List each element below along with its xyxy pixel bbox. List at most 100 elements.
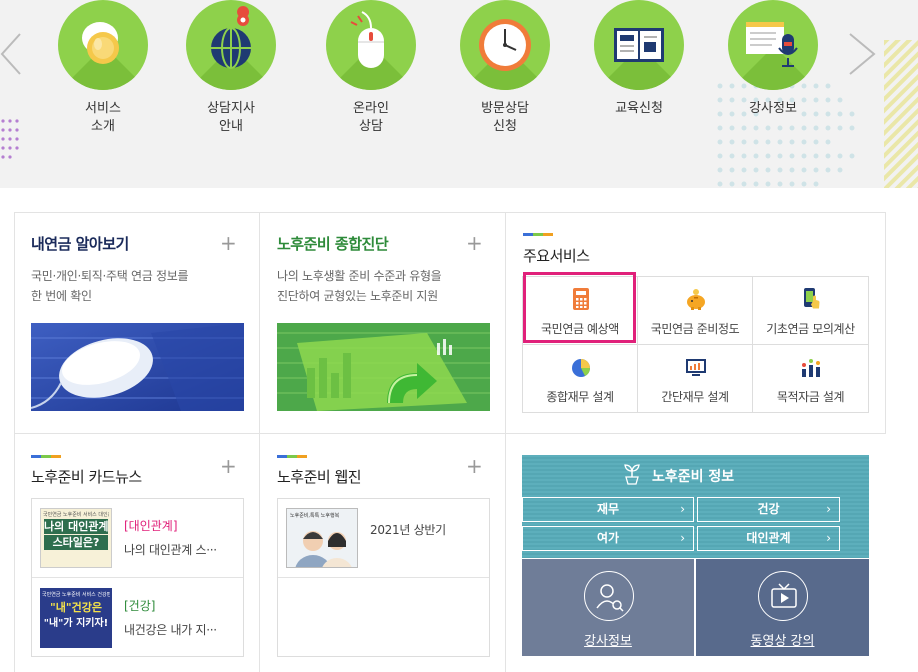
webzine-people-image	[295, 531, 352, 567]
microphone-board-icon	[728, 0, 818, 90]
pension-banner-image[interactable]	[31, 323, 244, 411]
webzine-list: 노후준비,톡톡 노후행복 2021년 상반기	[277, 498, 490, 657]
services-title: 주요서비스	[523, 247, 590, 265]
pension-desc-line1: 국민·개인·퇴직·주택 연금 정보를	[31, 269, 189, 283]
pie-chart-icon	[572, 359, 590, 377]
info-instructor-link[interactable]: 강사정보	[522, 559, 694, 656]
cardnews-text: 내건강은 내가 지···	[124, 623, 217, 637]
service-label: 간단재무 설계	[661, 390, 729, 404]
quick-menu-label-line2: 안내	[219, 119, 243, 134]
cardnews-accent-bar	[31, 455, 61, 458]
cardnews-tag: [건강]	[124, 599, 156, 613]
quick-menu-service-intro[interactable]: 서비스소개	[48, 0, 158, 136]
cardnews-tag: [대인관계]	[124, 519, 178, 533]
info-video-link[interactable]: 동영상 강의	[696, 559, 869, 656]
service-purpose-fund[interactable]: 목적자금 설계	[753, 345, 868, 413]
quick-menu-label: 교육신청	[615, 101, 663, 116]
service-simple-finance[interactable]: 간단재무 설계	[638, 345, 753, 413]
thumb-headline-2: "내"가 지키자!	[43, 618, 109, 629]
chevron-right-icon: ›	[826, 502, 831, 516]
webzine-accent-bar	[277, 455, 307, 458]
quick-menu-visit-consult[interactable]: 방문상담신청	[450, 0, 560, 136]
chevron-right-icon: ›	[680, 531, 685, 545]
prev-arrow-icon[interactable]	[0, 28, 30, 88]
info-top-section: 노후준비 정보 재무 › 건강 › 여가 › 대인관계 ›	[522, 455, 869, 558]
service-label: 종합재무 설계	[546, 390, 614, 404]
quick-menu-label-line2: 신청	[493, 119, 517, 134]
retirement-info-panel: 노후준비 정보 재무 › 건강 › 여가 › 대인관계 › 강사정보 동영상 강의	[522, 455, 869, 656]
service-basic-pension-calc[interactable]: 기초연금 모의계산	[753, 277, 868, 345]
retire-desc-line1: 나의 노후생활 준비 수준과 유형을	[277, 269, 442, 283]
people-chart-icon	[802, 359, 820, 377]
cardnews-item[interactable]: 국민연금 노후준비 서비스 대인관계 나의 대인관계 스타일은? [대인관계] …	[32, 499, 243, 578]
quick-menu-label: 상담지사	[207, 101, 255, 116]
info-health-button[interactable]: 건강 ›	[697, 497, 840, 522]
plant-icon	[624, 464, 640, 485]
chevron-right-icon: ›	[680, 502, 685, 516]
thumb-caption: 국민연금 노후준비 서비스 대인관계	[43, 512, 109, 518]
next-arrow-icon[interactable]	[848, 28, 878, 88]
service-label: 국민연금 준비정도	[650, 322, 740, 336]
retire-desc-line2: 진단하여 균형있는 노후준비 지원	[277, 289, 438, 303]
webzine-thumbnail: 노후준비,톡톡 노후행복	[286, 508, 358, 568]
quick-menu-label: 방문상담	[481, 101, 529, 116]
webzine-text: 2021년 상반기	[370, 523, 446, 537]
retire-more-icon[interactable]: +	[466, 233, 483, 253]
thumb-caption: 국민연금 노후준비 서비스 건강편	[42, 592, 110, 598]
button-label: 건강	[757, 502, 780, 516]
service-comprehensive-finance[interactable]: 종합재무 설계	[523, 345, 638, 413]
coin-icon	[58, 0, 148, 90]
globe-location-icon	[186, 0, 276, 90]
decorative-stripes	[884, 40, 918, 188]
quick-menu-label-line2: 상담	[359, 119, 383, 134]
pension-more-icon[interactable]: +	[220, 233, 237, 253]
service-pension-readiness[interactable]: 국민연금 준비정도	[638, 277, 753, 345]
chevron-right-icon: ›	[826, 531, 831, 545]
quick-menu-label: 강사정보	[749, 101, 797, 116]
webzine-item[interactable]: 노후준비,톡톡 노후행복 2021년 상반기	[278, 499, 489, 578]
thumb-caption: 노후준비,톡톡 노후행복	[290, 513, 340, 519]
quick-menu-branch-info[interactable]: 상담지사안내	[176, 0, 286, 136]
quick-menu-label: 서비스	[85, 101, 121, 116]
button-label: 대인관계	[746, 531, 791, 545]
info-leisure-button[interactable]: 여가 ›	[522, 526, 694, 551]
info-video-label: 동영상 강의	[750, 634, 815, 649]
quick-menu-label: 온라인	[353, 101, 389, 116]
thumb-headline-2: 스타일은?	[44, 535, 108, 550]
info-relationship-button[interactable]: 대인관계 ›	[697, 526, 840, 551]
clock-icon	[460, 0, 550, 90]
cardnews-thumbnail: 국민연금 노후준비 서비스 대인관계 나의 대인관계 스타일은?	[40, 508, 112, 568]
cardnews-list: 국민연금 노후준비 서비스 대인관계 나의 대인관계 스타일은? [대인관계] …	[31, 498, 244, 657]
cardnews-item[interactable]: 국민연금 노후준비 서비스 건강편 "내"건강은 "내"가 지키자! [건강] …	[32, 579, 243, 657]
pension-desc-line2: 한 번에 확인	[31, 289, 92, 303]
phone-touch-icon	[804, 288, 820, 309]
button-label: 여가	[596, 531, 620, 545]
cardnews-title[interactable]: 노후준비 카드뉴스	[31, 466, 142, 487]
retire-title[interactable]: 노후준비 종합진단	[277, 233, 389, 254]
pension-title[interactable]: 내연금 알아보기	[31, 233, 129, 254]
quick-menu-online-consult[interactable]: 온라인상담	[316, 0, 426, 136]
info-finance-button[interactable]: 재무 ›	[522, 497, 694, 522]
retire-desc: 나의 노후생활 준비 수준과 유형을진단하여 균형있는 노후준비 지원	[277, 266, 442, 306]
service-label: 기초연금 모의계산	[766, 322, 855, 336]
thumb-headline: "내"건강은	[50, 601, 102, 614]
webzine-title[interactable]: 노후준비 웹진	[277, 466, 362, 487]
quick-menu-area: 서비스소개 상담지사안내 온라인상담 방문상담신청 교육신청 강사정보	[0, 0, 918, 188]
piggy-bank-icon	[687, 289, 705, 310]
quick-menu-education[interactable]: 교육신청	[584, 0, 694, 118]
retire-banner-image[interactable]	[277, 323, 490, 411]
instructor-search-icon	[584, 571, 634, 621]
info-title: 노후준비 정보	[652, 469, 735, 485]
thumb-headline: 나의 대인관계	[44, 519, 108, 534]
pension-desc: 국민·개인·퇴직·주택 연금 정보를한 번에 확인	[31, 266, 189, 306]
services-accent-bar	[523, 233, 553, 236]
quick-menu-label-line2: 소개	[91, 119, 115, 134]
monitor-chart-icon	[686, 359, 706, 376]
cardnews-more-icon[interactable]: +	[220, 456, 237, 476]
quick-menu-instructor-info[interactable]: 강사정보	[718, 0, 828, 118]
cardnews-thumbnail: 국민연금 노후준비 서비스 건강편 "내"건강은 "내"가 지키자!	[40, 588, 112, 648]
webzine-more-icon[interactable]: +	[466, 456, 483, 476]
selected-highlight	[523, 272, 636, 343]
decorative-dots	[1, 119, 19, 159]
info-instructor-label: 강사정보	[584, 634, 632, 649]
